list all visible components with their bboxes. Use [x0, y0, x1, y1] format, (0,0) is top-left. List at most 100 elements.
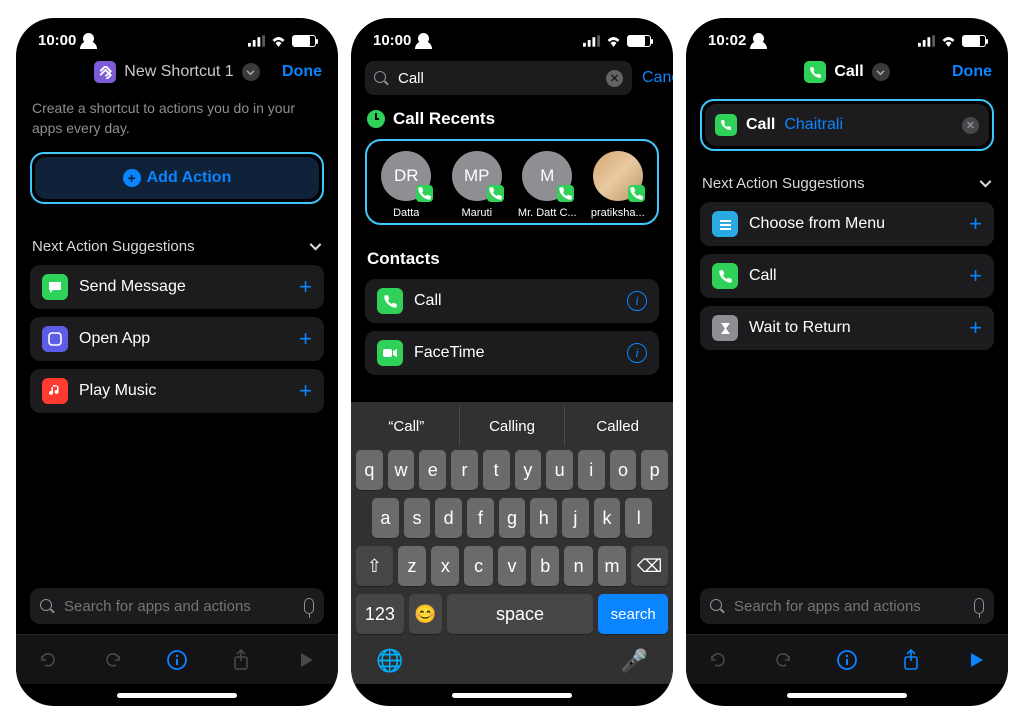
- key-y[interactable]: y: [515, 450, 542, 490]
- title-menu-icon[interactable]: [242, 63, 260, 81]
- suggestion-row[interactable]: Play Music +: [30, 369, 324, 413]
- suggestion-row[interactable]: Send Message +: [30, 265, 324, 309]
- contact-action-row[interactable]: FaceTime i: [365, 331, 659, 375]
- status-time: 10:02: [708, 32, 746, 49]
- title-menu-icon[interactable]: [872, 63, 890, 81]
- clear-icon[interactable]: ✕: [606, 70, 623, 87]
- key-m[interactable]: m: [598, 546, 626, 586]
- search-bar[interactable]: [30, 588, 324, 624]
- add-icon[interactable]: +: [299, 326, 312, 352]
- key-h[interactable]: h: [530, 498, 557, 538]
- search-input[interactable]: [396, 69, 599, 88]
- key-e[interactable]: e: [419, 450, 446, 490]
- battery-icon: [292, 35, 316, 47]
- suggestions-header[interactable]: Next Action Suggestions: [702, 175, 992, 192]
- kb-suggestion[interactable]: “Call”: [354, 406, 460, 446]
- key-t[interactable]: t: [483, 450, 510, 490]
- page-title[interactable]: New Shortcut 1: [94, 61, 259, 83]
- suggestion-row[interactable]: Choose from Menu +: [700, 202, 994, 246]
- info-button[interactable]: [166, 649, 188, 671]
- kb-suggestion[interactable]: Called: [565, 406, 670, 446]
- add-icon[interactable]: +: [299, 274, 312, 300]
- key-n[interactable]: n: [564, 546, 592, 586]
- shift-key[interactable]: ⇧: [356, 546, 393, 586]
- page-title[interactable]: Call: [804, 61, 889, 83]
- wifi-icon: [270, 35, 287, 47]
- play-button[interactable]: [295, 649, 317, 671]
- globe-key[interactable]: 🌐: [376, 648, 403, 674]
- suggestion-row[interactable]: Call +: [700, 254, 994, 298]
- search-input[interactable]: [732, 597, 967, 616]
- search-bar[interactable]: [700, 588, 994, 624]
- search-field[interactable]: ✕: [365, 61, 632, 95]
- key-k[interactable]: k: [594, 498, 621, 538]
- share-button[interactable]: [900, 649, 922, 671]
- add-icon[interactable]: +: [969, 211, 982, 237]
- key-z[interactable]: z: [398, 546, 426, 586]
- add-icon[interactable]: +: [969, 315, 982, 341]
- key-a[interactable]: a: [372, 498, 399, 538]
- plus-icon: +: [123, 169, 141, 187]
- call-action-card[interactable]: Call Chaitrali ✕: [705, 104, 989, 146]
- space-key[interactable]: space: [447, 594, 594, 634]
- mic-icon[interactable]: [974, 598, 984, 614]
- key-i[interactable]: i: [578, 450, 605, 490]
- wait-icon: [712, 315, 738, 341]
- key-q[interactable]: q: [356, 450, 383, 490]
- key-w[interactable]: w: [388, 450, 415, 490]
- recent-contact[interactable]: MP Maruti: [442, 151, 512, 219]
- add-icon[interactable]: +: [299, 378, 312, 404]
- cancel-button[interactable]: Cancel: [642, 69, 673, 87]
- suggestions-header[interactable]: Next Action Suggestions: [32, 238, 322, 255]
- kb-suggestion[interactable]: Calling: [460, 406, 566, 446]
- numbers-key[interactable]: 123: [356, 594, 404, 634]
- key-s[interactable]: s: [404, 498, 431, 538]
- undo-button[interactable]: [37, 649, 59, 671]
- home-indicator[interactable]: [16, 684, 338, 706]
- info-icon[interactable]: i: [627, 343, 647, 363]
- add-icon[interactable]: +: [969, 263, 982, 289]
- key-g[interactable]: g: [499, 498, 526, 538]
- suggestion-row[interactable]: Open App +: [30, 317, 324, 361]
- key-r[interactable]: r: [451, 450, 478, 490]
- key-x[interactable]: x: [431, 546, 459, 586]
- home-indicator[interactable]: [686, 684, 1008, 706]
- info-icon[interactable]: i: [627, 291, 647, 311]
- key-j[interactable]: j: [562, 498, 589, 538]
- key-c[interactable]: c: [464, 546, 492, 586]
- recent-contact[interactable]: DR Datta: [371, 151, 441, 219]
- key-b[interactable]: b: [531, 546, 559, 586]
- redo-button[interactable]: [772, 649, 794, 671]
- dictation-key[interactable]: 🎤: [621, 648, 648, 674]
- mic-icon[interactable]: [304, 598, 314, 614]
- key-l[interactable]: l: [625, 498, 652, 538]
- play-button[interactable]: [965, 649, 987, 671]
- search-input[interactable]: [62, 597, 297, 616]
- toolbar: [686, 634, 1008, 684]
- hint-text: Create a shortcut to actions you do in y…: [30, 95, 324, 152]
- clear-action-icon[interactable]: ✕: [962, 117, 979, 134]
- undo-button[interactable]: [707, 649, 729, 671]
- key-f[interactable]: f: [467, 498, 494, 538]
- key-o[interactable]: o: [610, 450, 637, 490]
- key-u[interactable]: u: [546, 450, 573, 490]
- home-indicator[interactable]: [351, 684, 673, 706]
- done-button[interactable]: Done: [952, 63, 992, 81]
- key-v[interactable]: v: [498, 546, 526, 586]
- info-button[interactable]: [836, 649, 858, 671]
- recent-contact[interactable]: pratiksha...: [583, 151, 653, 219]
- share-button[interactable]: [230, 649, 252, 671]
- suggestion-row[interactable]: Wait to Return +: [700, 306, 994, 350]
- key-d[interactable]: d: [435, 498, 462, 538]
- recent-contact[interactable]: M Mr. Datt C...: [512, 151, 582, 219]
- search-key[interactable]: search: [598, 594, 668, 634]
- contact-action-row[interactable]: Call i: [365, 279, 659, 323]
- done-button[interactable]: Done: [282, 63, 322, 81]
- redo-button[interactable]: [102, 649, 124, 671]
- add-action-button[interactable]: + Add Action: [35, 157, 319, 199]
- action-parameter[interactable]: Chaitrali: [784, 116, 843, 134]
- emoji-key[interactable]: 😊: [409, 594, 442, 634]
- key-p[interactable]: p: [641, 450, 668, 490]
- backspace-key[interactable]: ⌫: [631, 546, 668, 586]
- video-icon: [377, 340, 403, 366]
